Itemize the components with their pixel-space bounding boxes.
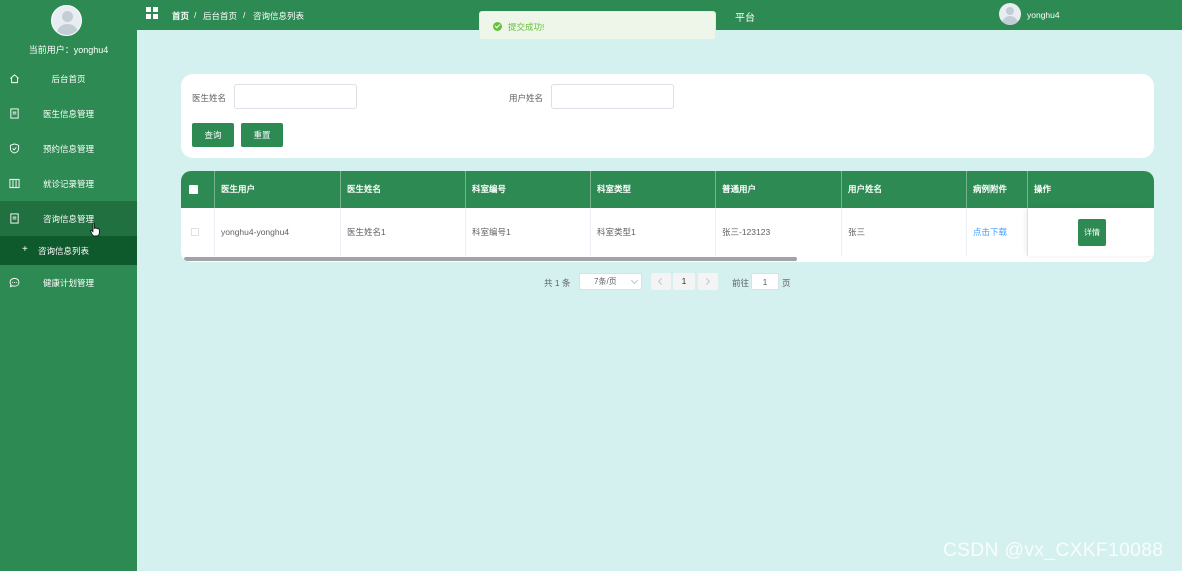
sidebar-item-label: 预约信息管理	[42, 143, 94, 154]
check-circle-icon	[493, 22, 502, 31]
hand-cursor-icon	[90, 222, 100, 237]
download-link[interactable]: 点击下载	[973, 227, 1007, 237]
goto-label: 前往	[732, 278, 750, 288]
sidebar-item-doctor-info[interactable]: 医生信息管理	[0, 96, 137, 131]
avatar-body-shape	[1002, 16, 1018, 25]
chevron-left-icon	[657, 277, 666, 286]
sidebar-subitem-label: 咨询信息列表	[38, 246, 90, 256]
sidebar-item-label: 后台首页	[51, 73, 86, 84]
avatar-head-shape	[1006, 7, 1014, 15]
sidebar-item-label: 健康计划管理	[42, 277, 94, 288]
cell-dept-type: 科室类型1	[591, 208, 716, 256]
column-header[interactable]: 科室编号	[466, 171, 591, 208]
column-header[interactable]: 医生姓名	[341, 171, 466, 208]
current-user-text: 当前用户：yonghu4	[0, 43, 137, 56]
column-header[interactable]: 普通用户	[716, 171, 842, 208]
query-button[interactable]: 查询	[192, 123, 234, 147]
cell-doctor-user: yonghu4-yonghu4	[215, 208, 341, 256]
row-checkbox[interactable]	[191, 228, 199, 236]
table-row[interactable]: yonghu4-yonghu4 医生姓名1 科室编号1 科室类型1 张三-123…	[181, 208, 1154, 256]
row-select-cell	[181, 208, 215, 256]
cell-user-name: 张三	[842, 208, 967, 256]
sidebar-user-panel: 当前用户：yonghu4	[0, 0, 137, 61]
table-header: 医生用户 医生姓名 科室编号 科室类型 普通用户 用户姓名 病例附件 操作	[181, 171, 1154, 208]
breadcrumb-separator: /	[243, 10, 246, 20]
avatar[interactable]	[51, 5, 82, 36]
cell-action: 详情	[1028, 208, 1154, 256]
doctor-name-label: 医生姓名	[192, 93, 227, 103]
chevron-down-icon	[630, 276, 639, 285]
breadcrumb-home[interactable]: 首页	[172, 10, 189, 22]
sidebar-item-consultation[interactable]: 咨询信息管理	[0, 201, 137, 236]
header-select-cell	[181, 171, 215, 208]
avatar-head-shape	[62, 11, 73, 22]
chevron-right-icon	[702, 277, 711, 286]
prev-page-button[interactable]	[651, 273, 671, 290]
pagination-total: 共 1 条	[544, 278, 571, 288]
cell-dept-no: 科室编号1	[466, 208, 591, 256]
sidebar-item-health-plan[interactable]: 健康计划管理	[0, 265, 137, 300]
doctor-name-input[interactable]	[234, 84, 357, 109]
user-name-input[interactable]	[551, 84, 674, 109]
current-user-label: 当前用户：	[28, 45, 74, 55]
reset-button[interactable]: 重置	[241, 123, 283, 147]
toast-message: 提交成功!	[508, 22, 545, 32]
user-name-label: 用户姓名	[509, 93, 544, 103]
sidebar-item-label: 就诊记录管理	[42, 178, 94, 189]
column-header[interactable]: 医生用户	[215, 171, 341, 208]
sidebar-item-label: 医生信息管理	[42, 108, 94, 119]
top-username[interactable]: yonghu4	[1027, 10, 1060, 20]
site-title: 平台	[735, 13, 755, 24]
sidebar-subitem-consultation-list[interactable]: + 咨询信息列表	[0, 236, 137, 265]
breadcrumb-dashboard[interactable]: 后台首页	[203, 10, 237, 22]
page-suffix: 页	[782, 278, 791, 288]
cell-doctor-name: 医生姓名1	[341, 208, 466, 256]
current-user-name: yonghu4	[73, 45, 109, 55]
next-page-button[interactable]	[698, 273, 718, 290]
page-size-value: 7条/页	[594, 277, 617, 286]
watermark: CSDN @vx_CXKF10088	[943, 540, 1164, 561]
avatar-body-shape	[57, 24, 78, 35]
breadcrumb-separator: /	[194, 10, 197, 20]
sidebar-item-dashboard[interactable]: 后台首页	[0, 61, 137, 96]
goto-page-input[interactable]	[751, 273, 779, 290]
column-header[interactable]: 用户姓名	[842, 171, 967, 208]
sidebar: 当前用户：yonghu4 后台首页 医生信息管理 预约信息管理 就诊记录管理 咨…	[0, 0, 137, 571]
sidebar-item-visit-records[interactable]: 就诊记录管理	[0, 166, 137, 201]
avatar[interactable]	[999, 3, 1021, 25]
breadcrumb-current: 咨询信息列表	[253, 11, 305, 21]
page-number-current[interactable]: 1	[673, 273, 695, 290]
select-all-checkbox[interactable]	[189, 185, 198, 194]
data-table: 医生用户 医生姓名 科室编号 科室类型 普通用户 用户姓名 病例附件 操作 yo…	[181, 171, 1154, 262]
sidebar-item-label: 咨询信息管理	[42, 213, 94, 224]
cell-attachment: 点击下载	[967, 208, 1028, 256]
detail-button[interactable]: 详情	[1078, 219, 1106, 246]
success-toast: 提交成功!	[479, 11, 716, 40]
cell-normal-user: 张三-123123	[716, 208, 842, 256]
horizontal-scrollbar[interactable]	[184, 257, 797, 261]
sidebar-item-appointment[interactable]: 预约信息管理	[0, 131, 137, 166]
page-size-select[interactable]: 7条/页	[579, 273, 642, 290]
column-header: 操作	[1034, 184, 1052, 194]
column-header[interactable]: 科室类型	[591, 171, 716, 208]
search-panel: 医生姓名 用户姓名 查询 重置	[181, 74, 1154, 158]
grid-menu-icon[interactable]	[146, 7, 159, 20]
column-header[interactable]: 病例附件	[967, 171, 1028, 208]
plus-icon: +	[22, 244, 28, 255]
